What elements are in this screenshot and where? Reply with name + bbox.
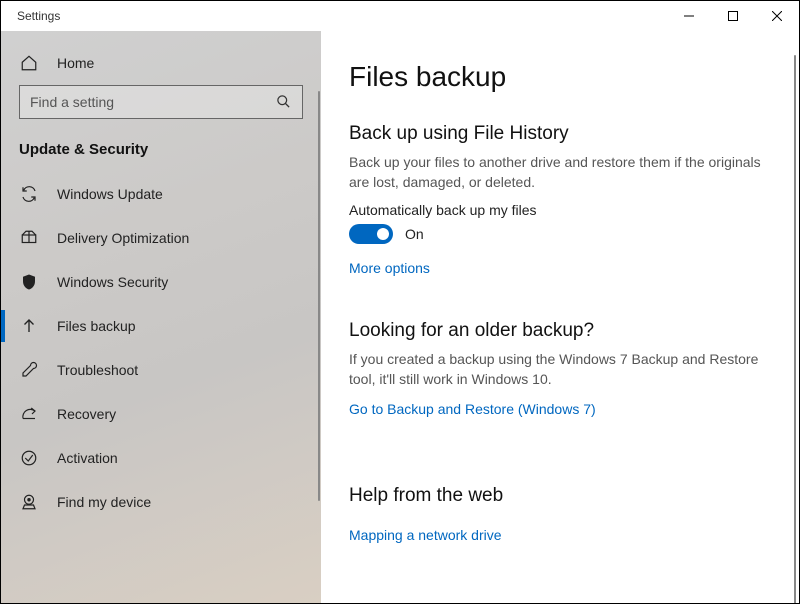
sync-icon	[19, 184, 39, 204]
delivery-icon	[19, 228, 39, 248]
settings-window: Settings Home	[1, 1, 799, 603]
minimize-icon	[684, 11, 694, 21]
shield-icon	[19, 272, 39, 292]
recovery-icon	[19, 404, 39, 424]
main-scrollbar[interactable]	[794, 55, 796, 603]
toggle-state-text: On	[405, 226, 424, 242]
titlebar: Settings	[1, 1, 799, 31]
sidebar-item-label: Windows Security	[57, 274, 168, 290]
sidebar-item-label: Find my device	[57, 494, 151, 510]
window-body: Home Update & Security Windows Update	[1, 31, 799, 603]
maximize-icon	[728, 11, 738, 21]
location-icon	[19, 492, 39, 512]
file-history-description: Back up your files to another drive and …	[349, 153, 771, 192]
app-name: Settings	[1, 9, 60, 23]
search-input[interactable]	[19, 85, 303, 119]
sidebar-item-files-backup[interactable]: Files backup	[1, 304, 321, 348]
sidebar-item-troubleshoot[interactable]: Troubleshoot	[1, 348, 321, 392]
backup-restore-win7-link[interactable]: Go to Backup and Restore (Windows 7)	[349, 401, 596, 417]
mapping-network-drive-link[interactable]: Mapping a network drive	[349, 527, 502, 543]
older-backup-description: If you created a backup using the Window…	[349, 350, 771, 389]
sidebar: Home Update & Security Windows Update	[1, 31, 321, 603]
sidebar-scrollbar[interactable]	[318, 91, 320, 501]
more-options-link[interactable]: More options	[349, 260, 430, 276]
sidebar-item-label: Windows Update	[57, 186, 163, 202]
home-icon	[19, 53, 39, 73]
check-circle-icon	[19, 448, 39, 468]
maximize-button[interactable]	[711, 1, 755, 31]
sidebar-item-delivery-optimization[interactable]: Delivery Optimization	[1, 216, 321, 260]
home-button[interactable]: Home	[1, 41, 321, 85]
sidebar-item-label: Recovery	[57, 406, 116, 422]
help-heading: Help from the web	[349, 485, 771, 507]
auto-backup-label: Automatically back up my files	[349, 202, 771, 218]
auto-backup-toggle[interactable]	[349, 224, 393, 244]
sidebar-item-windows-security[interactable]: Windows Security	[1, 260, 321, 304]
backup-arrow-icon	[19, 316, 39, 336]
older-backup-heading: Looking for an older backup?	[349, 320, 771, 342]
sidebar-item-windows-update[interactable]: Windows Update	[1, 172, 321, 216]
sidebar-item-find-my-device[interactable]: Find my device	[1, 480, 321, 524]
home-label: Home	[57, 55, 94, 71]
sidebar-item-recovery[interactable]: Recovery	[1, 392, 321, 436]
window-controls	[667, 1, 799, 31]
search-icon	[276, 94, 292, 110]
sidebar-item-label: Delivery Optimization	[57, 230, 189, 246]
minimize-button[interactable]	[667, 1, 711, 31]
close-icon	[772, 11, 782, 21]
file-history-heading: Back up using File History	[349, 123, 771, 145]
sidebar-item-label: Troubleshoot	[57, 362, 138, 378]
category-heading: Update & Security	[1, 133, 321, 172]
main-content: Files backup Back up using File History …	[321, 31, 799, 603]
sidebar-item-activation[interactable]: Activation	[1, 436, 321, 480]
close-button[interactable]	[755, 1, 799, 31]
sidebar-item-label: Files backup	[57, 318, 136, 334]
wrench-icon	[19, 360, 39, 380]
sidebar-item-label: Activation	[57, 450, 118, 466]
search-field[interactable]	[30, 94, 276, 110]
page-title: Files backup	[349, 61, 771, 93]
auto-backup-toggle-row: On	[349, 224, 771, 244]
toggle-knob	[377, 228, 389, 240]
